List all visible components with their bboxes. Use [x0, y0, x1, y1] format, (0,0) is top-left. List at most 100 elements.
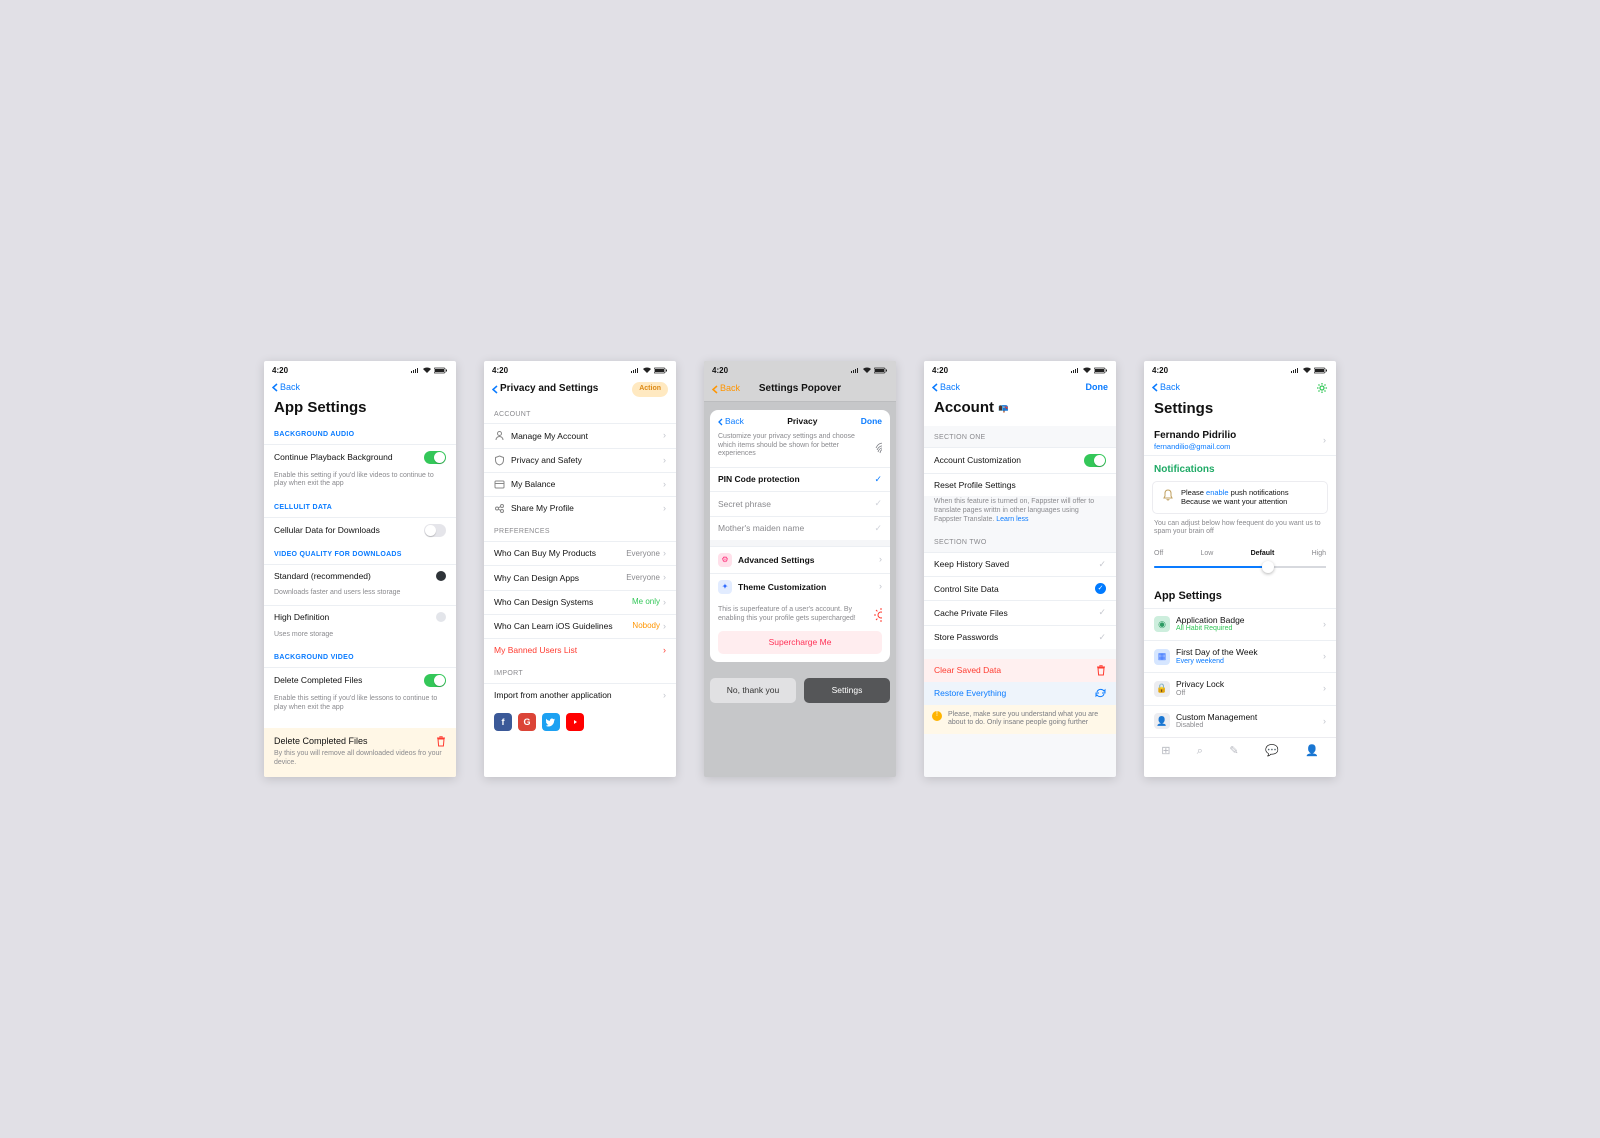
sheet-back-button[interactable]: Back	[718, 416, 744, 427]
gear-icon[interactable]	[1316, 382, 1328, 394]
row-site-data[interactable]: Control Site Data✓	[924, 576, 1116, 600]
sheet-nav: Back Privacy Done	[710, 410, 890, 433]
chevron-left-icon	[932, 383, 938, 392]
row-hd-quality[interactable]: High Definition	[264, 605, 456, 629]
section-header: BACKGROUND VIDEO	[264, 646, 456, 667]
screen-privacy-settings: 4:20 Privacy and Settings Action ACCOUNT…	[484, 361, 676, 778]
back-button[interactable]: Back	[712, 383, 740, 394]
back-button[interactable]: Back	[932, 382, 960, 393]
row-clear-data[interactable]: Clear Saved Data	[924, 659, 1116, 682]
trash-icon	[1096, 665, 1106, 676]
tab-chat-icon[interactable]: 💬	[1265, 745, 1279, 759]
slider-desc: You can adjust below how feequent do you…	[1144, 514, 1336, 545]
signal-icon	[1070, 367, 1080, 374]
row-pref-3[interactable]: Who Can Design SystemsMe only›	[484, 590, 676, 614]
row-restore[interactable]: Restore Everything	[924, 682, 1116, 705]
signal-icon	[630, 367, 640, 374]
row-privacy-safety[interactable]: Privacy and Safety›	[484, 448, 676, 472]
battery-icon	[1094, 367, 1108, 374]
tab-profile-icon[interactable]: 👤	[1305, 745, 1319, 759]
privacy-sheet: Back Privacy Done Customize your privacy…	[710, 410, 890, 662]
section-header: CELLULIT DATA	[264, 496, 456, 517]
page-title: Privacy and Settings	[500, 383, 598, 396]
row-custom-mgmt[interactable]: 👤Custom ManagementDisabled›	[1144, 705, 1336, 737]
section-header: VIDEO QUALITY FOR DOWNLOADS	[264, 543, 456, 564]
google-icon[interactable]: G	[518, 713, 536, 731]
profile-row[interactable]: Fernando Pidrilio fernandilio@gmail.com …	[1144, 424, 1336, 456]
row-desc: Enable this setting if you'd like videos…	[264, 470, 456, 497]
row-standard-quality[interactable]: Standard (recommended)	[264, 564, 456, 588]
toggle-customization[interactable]	[1084, 454, 1106, 467]
wifi-icon	[1302, 367, 1312, 374]
back-button[interactable]: Back	[1152, 382, 1180, 393]
notification-card[interactable]: Please enable push notifications Because…	[1152, 481, 1328, 514]
slider-knob[interactable]	[1262, 561, 1274, 573]
section-header: SECTION ONE	[924, 426, 1116, 447]
lock-icon: 🔒	[1154, 681, 1170, 697]
row-privacy-lock[interactable]: 🔒Privacy LockOff›	[1144, 672, 1336, 704]
row-delete-completed[interactable]: Delete Completed Files	[264, 667, 456, 693]
row-pref-2[interactable]: Why Can Design AppsEveryone›	[484, 565, 676, 589]
delete-files-card[interactable]: Delete Completed Files By this you will …	[264, 728, 456, 778]
signal-icon	[1290, 367, 1300, 374]
row-pref-4[interactable]: Who Can Learn iOS GuidelinesNobody›	[484, 614, 676, 638]
row-pref-1[interactable]: Who Can Buy My ProductsEveryone›	[484, 541, 676, 565]
tab-bar: ⊞ ⌕ ✎ 💬 👤	[1144, 737, 1336, 766]
row-cache[interactable]: Cache Private Files✓	[924, 600, 1116, 624]
row-share-profile[interactable]: Share My Profile›	[484, 496, 676, 520]
row-pin[interactable]: PIN Code protection✓	[710, 467, 890, 491]
chevron-left-icon	[492, 385, 498, 394]
radio-selected-icon	[436, 571, 446, 581]
back-button[interactable]: Back	[272, 382, 300, 393]
battery-icon	[434, 367, 448, 374]
row-reset-profile[interactable]: Reset Profile Settings	[924, 473, 1116, 497]
screen-popover: 4:20 Back Settings Popover Back Privacy …	[704, 361, 896, 778]
sheet-desc: Customize your privacy settings and choo…	[710, 433, 890, 467]
battery-icon	[874, 367, 888, 374]
section-header: ACCOUNT	[484, 403, 676, 424]
done-button[interactable]: Done	[1086, 382, 1109, 393]
tab-grid-icon[interactable]: ⊞	[1161, 745, 1170, 759]
row-customization[interactable]: Account Customization	[924, 447, 1116, 473]
settings-button[interactable]: Settings	[804, 678, 890, 703]
twitter-icon[interactable]	[542, 713, 560, 731]
supercharge-button[interactable]: Supercharge Me	[718, 631, 882, 654]
row-passwords[interactable]: Store Passwords✓	[924, 625, 1116, 649]
nav-back[interactable]: Back	[264, 379, 456, 399]
toggle-cellular[interactable]	[424, 524, 446, 537]
row-cellular[interactable]: Cellular Data for Downloads	[264, 517, 456, 543]
row-banned-users[interactable]: My Banned Users List›	[484, 638, 676, 662]
row-history[interactable]: Keep History Saved✓	[924, 552, 1116, 576]
profile-email: fernandilio@gmail.com	[1154, 442, 1236, 451]
row-first-day[interactable]: ▦First Day of the WeekEvery weekend›	[1144, 640, 1336, 672]
row-advanced[interactable]: ⚙Advanced Settings›	[710, 546, 890, 573]
bottom-buttons: No, thank you Settings	[704, 670, 896, 713]
row-app-badge[interactable]: ◉Application BadgeAll Habit Required›	[1144, 608, 1336, 640]
row-manage-account[interactable]: Manage My Account›	[484, 423, 676, 447]
row-maiden[interactable]: Mother's maiden name✓	[710, 516, 890, 540]
page-title: Settings Popover	[759, 383, 841, 396]
row-my-balance[interactable]: My Balance›	[484, 472, 676, 496]
page-title: App Settings	[264, 399, 456, 423]
no-thanks-button[interactable]: No, thank you	[710, 678, 796, 703]
calendar-icon: ▦	[1154, 649, 1170, 665]
sheet-done-button[interactable]: Done	[861, 416, 882, 427]
action-pill[interactable]: Action	[632, 382, 668, 397]
tab-search-icon[interactable]: ⌕	[1197, 745, 1203, 759]
sheet-title: Privacy	[787, 416, 817, 427]
tab-edit-icon[interactable]: ✎	[1229, 745, 1238, 759]
toggle-playback[interactable]	[424, 451, 446, 464]
notif-text: Please enable push notifications Because…	[1181, 488, 1319, 507]
facebook-icon[interactable]: f	[494, 713, 512, 731]
youtube-icon[interactable]	[566, 713, 584, 731]
share-icon	[494, 503, 505, 514]
back-button[interactable]: Privacy and Settings	[492, 383, 598, 396]
learn-less-link[interactable]: Learn less	[996, 516, 1028, 523]
row-secret[interactable]: Secret phrase✓	[710, 491, 890, 515]
row-import[interactable]: Import from another application›	[484, 683, 676, 707]
frequency-slider[interactable]: Off Low Default High	[1144, 544, 1336, 582]
enable-link[interactable]: enable	[1206, 488, 1229, 497]
row-playback-bg[interactable]: Continue Playback Background	[264, 444, 456, 470]
row-theme[interactable]: ✦Theme Customization›	[710, 573, 890, 600]
toggle-delete-completed[interactable]	[424, 674, 446, 687]
